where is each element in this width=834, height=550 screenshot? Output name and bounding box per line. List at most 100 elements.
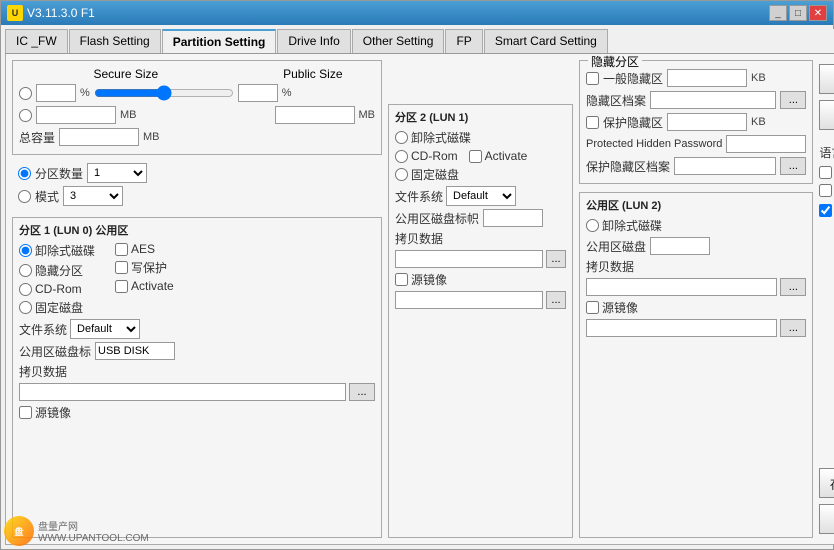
panel-body: Secure Size Public Size % % [5,54,834,545]
tab-drive-info[interactable]: Drive Info [277,29,350,53]
close-button[interactable]: ✕ [809,5,827,21]
lun0-write-protect-row: 写保护 [115,259,174,276]
lun2-source-row: 源镜像 [586,299,806,316]
lun0-hidden-radio[interactable] [19,264,32,277]
lun1-fixed-radio[interactable] [395,168,408,181]
percent-unit-1: % [80,87,90,99]
tab-ic-fw[interactable]: IC _FW [5,29,68,53]
lun2-source-input[interactable] [586,319,777,337]
lun1-removable-radio[interactable] [395,131,408,144]
partition-count-select[interactable]: 1 2 3 [87,163,147,183]
hidden-file-input[interactable] [650,91,776,109]
lun2-source-browse-btn[interactable]: ... [780,319,806,337]
lun0-fs-select[interactable]: Default [70,319,140,339]
middle-panel: 分区 2 (LUN 1) 卸除式磁碟 CD-Rom Activate [388,60,573,538]
total-input[interactable] [59,128,139,146]
lun2-copy-row: 拷贝数据 [586,258,806,275]
lun1-source-row: 源镜像 [395,271,566,288]
protect-hidden-check[interactable] [586,116,599,129]
left-panel: Secure Size Public Size % % [12,60,382,538]
mb-radio[interactable] [19,109,32,122]
lun1-fixed-row: 固定磁盘 [395,166,566,183]
public-percent-input[interactable] [238,84,278,102]
lun0-disk-label-input[interactable] [95,342,175,360]
lun2-copy-input[interactable] [586,278,777,296]
lun1-copy-browse-btn[interactable]: ... [546,250,566,268]
percent-radio[interactable] [19,87,32,100]
save-button[interactable]: 保存 [819,64,834,94]
lun2-copy-browse-btn[interactable]: ... [780,278,806,296]
load-button[interactable]: 载入 [819,100,834,130]
lun1-cdrom-radio[interactable] [395,150,408,163]
lun1-activate-check[interactable] [469,150,482,163]
lun0-activate-check[interactable] [115,280,128,293]
lun1-fs-select[interactable]: Default [446,186,516,206]
secure-percent-input[interactable] [36,84,76,102]
tab-flash-setting[interactable]: Flash Setting [69,29,161,53]
lun0-disk-label-row: 公用区磁盘标 [19,342,375,360]
mode-select[interactable]: 3 1 2 [63,186,123,206]
lun0-fixed-radio[interactable] [19,301,32,314]
lun0-copy-input[interactable] [19,383,346,401]
protect-hidden-label: 保护隐藏区 [603,114,663,131]
simplified-check[interactable] [819,204,832,217]
lun0-source-check[interactable] [19,406,32,419]
mode-row: 模式 3 1 2 [18,186,376,206]
tab-fp[interactable]: FP [445,29,482,53]
minimize-button[interactable]: _ [769,5,787,21]
english-check[interactable] [819,166,832,179]
protect-password-row: Protected Hidden Password [586,135,806,153]
lun1-source-input[interactable] [395,291,543,309]
lun0-aes-check[interactable] [115,243,128,256]
lun0-copy-browse-btn[interactable]: ... [349,383,375,401]
lun1-copy-label: 拷贝数据 [395,230,443,247]
public-mb-input[interactable] [275,106,355,124]
lun2-disk-label-row: 公用区磁盘 [586,237,806,255]
lun1-source-check[interactable] [395,273,408,286]
size-section: Secure Size Public Size % % [12,60,382,155]
protect-password-label: Protected Hidden Password [586,138,722,150]
protect-hidden-kb-input[interactable] [667,113,747,131]
lun1-fixed-label: 固定磁盘 [411,166,459,183]
lun1-disk-label-input[interactable] [483,209,543,227]
window-controls: _ □ ✕ [769,5,827,21]
lun1-source-browse-btn[interactable]: ... [546,291,566,309]
percent-row: % % [19,84,375,102]
protect-file-input[interactable] [674,157,776,175]
hidden-file-browse-btn[interactable]: ... [780,91,806,109]
protect-file-browse-btn[interactable]: ... [780,157,806,175]
protect-password-input[interactable] [726,135,806,153]
tab-other-setting[interactable]: Other Setting [352,29,445,53]
mb-unit-3: MB [143,131,160,143]
cancel-button[interactable]: 取消 [819,504,834,534]
lun0-fixed-row: 固定磁盘 [19,299,95,316]
size-slider[interactable] [94,87,234,99]
main-panel: IC _FW Flash Setting Partition Setting D… [5,29,834,545]
lun0-removable-radio[interactable] [19,244,32,257]
mb-unit-2: MB [359,109,376,121]
tab-partition-setting[interactable]: Partition Setting [162,29,277,53]
lun2-removable-radio[interactable] [586,219,599,232]
content-area: IC _FW Flash Setting Partition Setting D… [1,25,833,549]
watermark-logo: 盘 [4,516,34,546]
lun0-copy-label: 拷贝数据 [19,363,67,380]
lun1-title: 分区 2 (LUN 1) [395,109,566,125]
lun0-write-protect-check[interactable] [115,261,128,274]
tab-smart-card[interactable]: Smart Card Setting [484,29,608,53]
lun1-cdrom-label: CD-Rom [411,149,458,163]
secure-mb-input[interactable] [36,106,116,124]
lun1-copy-input[interactable] [395,250,543,268]
lun0-cdrom-radio[interactable] [19,283,32,296]
lun2-title: 公用区 (LUN 2) [586,197,806,213]
save-as-button[interactable]: 存贮为 [819,468,834,498]
lun2-source-check[interactable] [586,301,599,314]
right-half: 隐藏分区 一般隐藏区 KB 隐藏区档案 ... [579,60,813,538]
general-hidden-check[interactable] [586,72,599,85]
lun1-source-input-row: ... [395,291,566,309]
partition-count-radio[interactable] [18,167,31,180]
general-hidden-kb-input[interactable] [667,69,747,87]
maximize-button[interactable]: □ [789,5,807,21]
traditional-check[interactable] [819,184,832,197]
mode-radio[interactable] [18,190,31,203]
lun2-disk-label-input[interactable] [650,237,710,255]
